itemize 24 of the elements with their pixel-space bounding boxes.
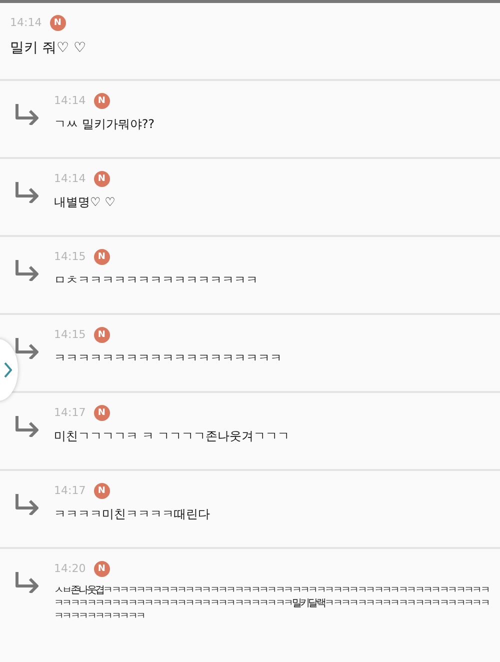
timestamp: 14:15 bbox=[54, 249, 86, 265]
new-badge: N bbox=[94, 249, 110, 266]
timestamp: 14:17 bbox=[54, 405, 86, 421]
timestamp: 14:20 bbox=[54, 561, 86, 577]
message-text: 내별명♡ ♡ bbox=[54, 194, 116, 210]
timestamp: 14:14 bbox=[10, 15, 42, 31]
message-text: 미친ㄱㄱㄱㄱㅋ ㅋ ㄱㄱㄱㄱ존나웃겨ㄱㄱㄱ bbox=[54, 428, 291, 444]
new-badge: N bbox=[94, 405, 110, 422]
message-text: ㅁㅊㅋㅋㅋㅋㅋㅋㅋㅋㅋㅋㅋㅋㅋㅋㅋ bbox=[54, 272, 259, 288]
new-badge: N bbox=[50, 15, 66, 32]
new-badge: N bbox=[94, 171, 110, 188]
message-text: ㅅㅂ존나웃겹ㅋㅋㅋㅋㅋㅋㅋㅋㅋㅋㅋㅋㅋㅋㅋㅋㅋㅋㅋㅋㅋㅋㅋㅋㅋㅋㅋㅋㅋㅋㅋㅋㅋㅋㅋㅋㅋㅋㅋㅋㅋㅋㅋㅋㅋㅋㅋㅋㅋㅋㅋㅋㅋㅋㅋㅋㅋㅋㅋㅋㅋㅋㅋㅋㅋㅋㅋㅋㅋㅋㅋㅋㅋㅋㅋㅋ밀키달랙ㅋㅋㅋㅋㅋㅋㅋㅋㅋㅋㅋㅋㅋㅋㅋㅋㅋㅋㅋㅋㅋㅋㅋㅋㅋㅋㅋㅋㅋㅋㅋ bbox=[54, 584, 490, 622]
message-text: ㄱㅆ 밀키가뭐야?? bbox=[54, 116, 156, 132]
timestamp: 14:17 bbox=[54, 483, 86, 499]
message-text: 밀키 줘♡ ♡ bbox=[10, 38, 88, 58]
new-badge: N bbox=[94, 93, 110, 110]
timestamp: 14:15 bbox=[54, 327, 86, 343]
timestamp: 14:14 bbox=[54, 93, 86, 109]
timestamp: 14:14 bbox=[54, 171, 86, 187]
new-badge: N bbox=[94, 327, 110, 344]
message-text: ㅋㅋㅋㅋㅋㅋㅋㅋㅋㅋㅋㅋㅋㅋㅋㅋㅋㅋㅋ bbox=[54, 350, 283, 366]
message-text: ㅋㅋㅋㅋ미친ㅋㅋㅋㅋ때린다 bbox=[54, 506, 211, 522]
new-badge: N bbox=[94, 561, 110, 578]
new-badge: N bbox=[94, 483, 110, 500]
